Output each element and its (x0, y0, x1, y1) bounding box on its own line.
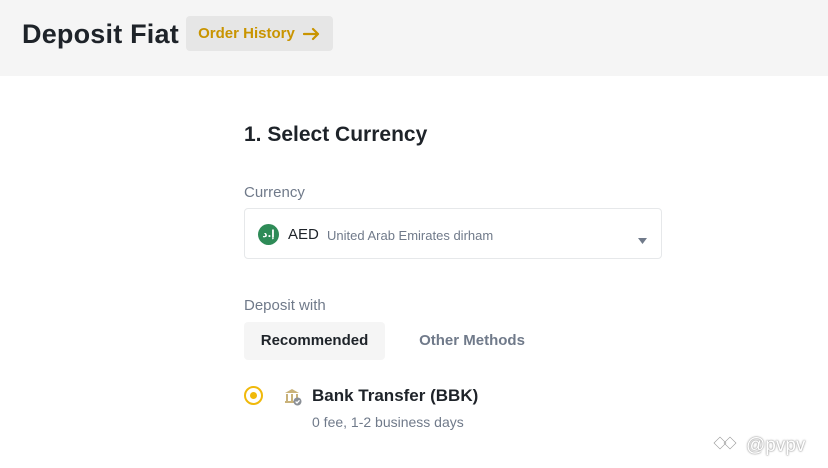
deposit-with-label: Deposit with (244, 297, 326, 314)
bank-transfer-name[interactable]: Bank Transfer (BBK) (312, 385, 478, 407)
tab-other-methods[interactable]: Other Methods (406, 322, 538, 360)
bank-transfer-detail: 0 fee, 1-2 business days (312, 414, 464, 430)
currency-name: United Arab Emirates dirham (327, 228, 494, 243)
watermark-text: @pvpv (746, 435, 806, 456)
order-history-label: Order History (198, 25, 295, 42)
currency-flag-icon: إ.د (258, 224, 279, 245)
page-title: Deposit Fiat (22, 19, 179, 49)
currency-label: Currency (244, 184, 305, 201)
bank-transfer-radio[interactable] (244, 386, 263, 405)
bank-icon (283, 387, 303, 412)
watermark-logo-icon (712, 434, 742, 458)
tab-recommended[interactable]: Recommended (244, 322, 385, 360)
currency-select[interactable]: إ.د AED United Arab Emirates dirham (244, 208, 662, 259)
caret-down-icon[interactable] (638, 231, 647, 249)
currency-code: AED (288, 226, 319, 243)
radio-selected-dot (250, 392, 257, 399)
section-title: 1. Select Currency (244, 123, 428, 146)
top-bar: Deposit Fiat Order History (0, 0, 828, 76)
order-history-button[interactable]: Order History (186, 16, 333, 51)
watermark: @pvpv (712, 434, 805, 458)
arrow-right-icon (302, 27, 321, 41)
